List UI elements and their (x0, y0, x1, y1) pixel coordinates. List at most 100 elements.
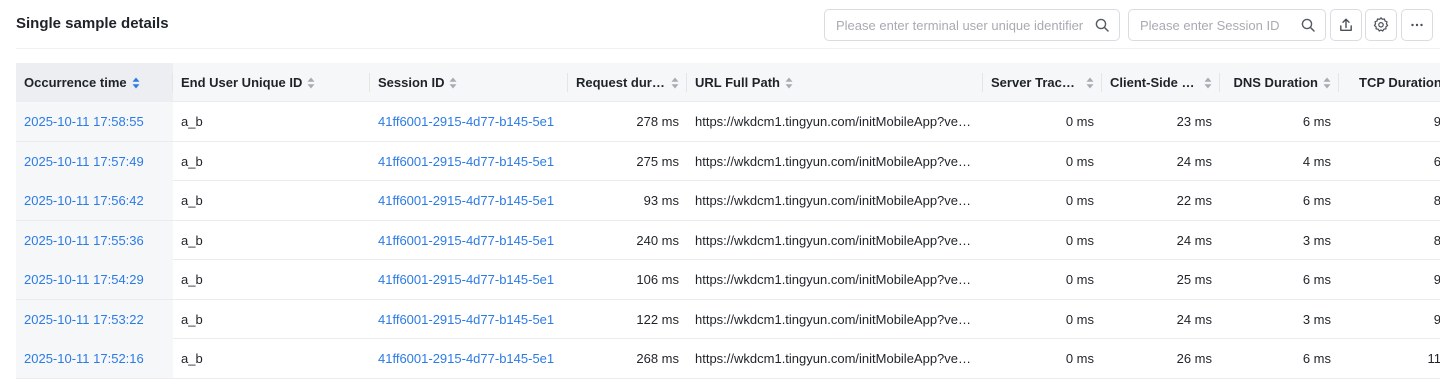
occurrence-time-link[interactable]: 2025-10-11 17:55:36 (24, 233, 144, 248)
server-trace-duration-text: 0 ms (1065, 193, 1094, 208)
session-id-cell[interactable]: 41ff6001-2915-4d77-b145-5e1 (370, 339, 568, 378)
column-header-label: Occurrence time (24, 75, 127, 90)
table-row[interactable]: 2025-10-11 17:58:55 a_b 41ff6001-2915-4d77… (16, 102, 1440, 142)
settings-icon (1373, 17, 1389, 32)
session-id-search-input[interactable] (1140, 10, 1300, 40)
table-row[interactable]: 2025-10-11 17:56:42 a_b 41ff6001-2915-4d77… (16, 181, 1440, 221)
occurrence-time-cell[interactable]: 2025-10-11 17:53:22 (16, 299, 173, 339)
tcp-duration-cell: 6 (1339, 142, 1440, 181)
session-id-link[interactable]: 41ff6001-2915-4d77-b145-5e1 (378, 114, 554, 129)
sort-icon[interactable] (671, 77, 679, 89)
table-settings-button[interactable] (1365, 9, 1397, 41)
session-id-link[interactable]: 41ff6001-2915-4d77-b145-5e1 (378, 312, 554, 327)
session-id-cell[interactable]: 41ff6001-2915-4d77-b145-5e1 (370, 102, 568, 141)
tcp-duration-text: 8 (1434, 233, 1440, 248)
column-header-request-duration[interactable]: Request duration (568, 63, 687, 102)
column-header-server-trace-duration[interactable]: Server Trace Duration (983, 63, 1102, 102)
client-side-time-cell: 25 ms (1102, 260, 1220, 299)
end-user-id-cell: a_b (173, 181, 370, 220)
user-id-search-input[interactable] (836, 10, 1086, 40)
column-header-end-user-id[interactable]: End User Unique ID (173, 63, 370, 102)
request-duration-cell: 268 ms (568, 339, 687, 378)
session-id-cell[interactable]: 41ff6001-2915-4d77-b145-5e1 (370, 181, 568, 220)
sort-icon[interactable] (1204, 77, 1212, 89)
sort-icon[interactable] (132, 77, 140, 89)
export-button[interactable] (1330, 9, 1362, 41)
panel-header: Single sample details (0, 0, 1440, 50)
table-row[interactable]: 2025-10-11 17:52:16 a_b 41ff6001-2915-4d77… (16, 339, 1440, 379)
more-options-button[interactable] (1401, 9, 1433, 41)
column-header-occurrence-time[interactable]: Occurrence time (16, 63, 173, 102)
occurrence-time-cell[interactable]: 2025-10-11 17:58:55 (16, 102, 173, 141)
dns-duration-text: 6 ms (1302, 193, 1331, 208)
sort-icon[interactable] (785, 77, 793, 89)
occurrence-time-link[interactable]: 2025-10-11 17:56:42 (24, 193, 144, 208)
session-id-cell[interactable]: 41ff6001-2915-4d77-b145-5e1 (370, 260, 568, 299)
sort-icon[interactable] (1086, 77, 1094, 89)
column-header-tcp-duration[interactable]: TCP Duration (1339, 63, 1440, 102)
client-side-time-text: 24 ms (1176, 153, 1212, 169)
session-id-search[interactable] (1128, 9, 1326, 41)
tcp-duration-cell: 8 (1339, 181, 1440, 220)
client-side-time-text: 24 ms (1176, 232, 1212, 248)
occurrence-time-cell[interactable]: 2025-10-11 17:52:16 (16, 339, 173, 378)
occurrence-time-cell[interactable]: 2025-10-11 17:56:42 (16, 181, 173, 220)
table-row[interactable]: 2025-10-11 17:54:29 a_b 41ff6001-2915-4d77… (16, 260, 1440, 300)
client-side-time-text: 24 ms (1176, 311, 1212, 327)
column-header-label: TCP Duration (1359, 75, 1440, 90)
end-user-id-cell: a_b (173, 221, 370, 260)
session-id-link[interactable]: 41ff6001-2915-4d77-b145-5e1 (378, 233, 554, 248)
occurrence-time-link[interactable]: 2025-10-11 17:53:22 (24, 312, 144, 327)
column-header-dns-duration[interactable]: DNS Duration (1220, 63, 1339, 102)
table-row[interactable]: 2025-10-11 17:57:49 a_b 41ff6001-2915-4d77… (16, 141, 1440, 181)
dns-duration-text: 3 ms (1302, 311, 1331, 327)
column-header-client-side-time[interactable]: Client-Side Time (1102, 63, 1220, 102)
header-divider (16, 48, 1440, 49)
sort-icon[interactable] (449, 77, 457, 89)
server-trace-duration-cell: 0 ms (983, 142, 1102, 181)
occurrence-time-cell[interactable]: 2025-10-11 17:57:49 (16, 141, 173, 181)
upload-icon (1340, 18, 1352, 31)
end-user-id-cell: a_b (173, 142, 370, 181)
tcp-duration-cell: 9 (1339, 102, 1440, 141)
sample-details-panel: Single sample details Please enter termi… (0, 0, 1440, 389)
session-id-link[interactable]: 41ff6001-2915-4d77-b145-5e1 (378, 351, 554, 366)
request-duration-text: 275 ms (636, 153, 679, 169)
column-header-url-full-path[interactable]: URL Full Path (687, 63, 983, 102)
user-id-search[interactable] (824, 9, 1120, 41)
table-row[interactable]: 2025-10-11 17:53:22 a_b 41ff6001-2915-4d77… (16, 299, 1440, 339)
sort-icon[interactable] (1323, 77, 1331, 89)
column-header-label: URL Full Path (695, 75, 780, 90)
client-side-time-cell: 24 ms (1102, 142, 1220, 181)
column-header-session-id[interactable]: Session ID (370, 63, 568, 102)
dns-duration-cell: 6 ms (1220, 260, 1339, 299)
client-side-time-text: 23 ms (1176, 114, 1212, 129)
session-id-cell[interactable]: 41ff6001-2915-4d77-b145-5e1 (370, 221, 568, 260)
occurrence-time-link[interactable]: 2025-10-11 17:57:49 (24, 154, 144, 169)
table-body: 2025-10-11 17:58:55 a_b 41ff6001-2915-4d77… (16, 102, 1440, 379)
sort-icon[interactable] (307, 77, 315, 89)
table-row[interactable]: 2025-10-11 17:55:36 a_b 41ff6001-2915-4d77… (16, 220, 1440, 260)
occurrence-time-link[interactable]: 2025-10-11 17:52:16 (24, 351, 144, 366)
session-id-link[interactable]: 41ff6001-2915-4d77-b145-5e1 (378, 193, 554, 208)
request-duration-text: 106 ms (636, 272, 679, 287)
tcp-duration-text: 6 (1434, 154, 1440, 169)
url-full-path-cell: https://wkdcm1.tingyun.com/initMobileApp… (687, 221, 983, 260)
session-id-link[interactable]: 41ff6001-2915-4d77-b145-5e1 (378, 272, 554, 287)
request-duration-cell: 275 ms (568, 142, 687, 181)
occurrence-time-link[interactable]: 2025-10-11 17:54:29 (24, 272, 144, 287)
session-id-cell[interactable]: 41ff6001-2915-4d77-b145-5e1 (370, 300, 568, 339)
column-header-label: Client-Side Time (1110, 75, 1199, 90)
tcp-duration-cell: 9 (1339, 260, 1440, 299)
occurrence-time-cell[interactable]: 2025-10-11 17:54:29 (16, 260, 173, 299)
session-id-cell[interactable]: 41ff6001-2915-4d77-b145-5e1 (370, 142, 568, 181)
search-icon[interactable] (1095, 18, 1109, 32)
session-id-link[interactable]: 41ff6001-2915-4d77-b145-5e1 (378, 154, 554, 169)
client-side-time-cell: 26 ms (1102, 339, 1220, 378)
end-user-id-cell: a_b (173, 260, 370, 299)
search-icon[interactable] (1301, 18, 1315, 32)
occurrence-time-cell[interactable]: 2025-10-11 17:55:36 (16, 220, 173, 260)
url-full-path-text: https://wkdcm1.tingyun.com/initMobileApp… (695, 153, 975, 169)
occurrence-time-link[interactable]: 2025-10-11 17:58:55 (24, 114, 144, 129)
server-trace-duration-text: 0 ms (1065, 114, 1094, 129)
